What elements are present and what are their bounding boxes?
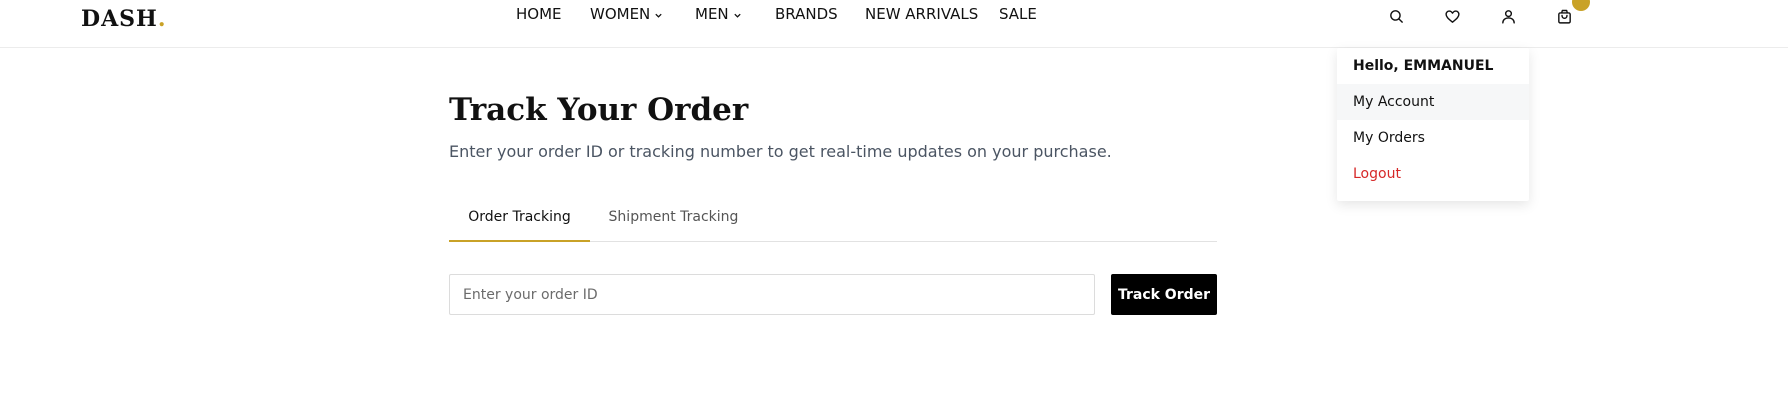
- menu-item-logout[interactable]: Logout: [1337, 156, 1529, 192]
- nav-new-arrivals[interactable]: NEW ARRIVALS: [865, 5, 978, 23]
- brand-logo[interactable]: DASH.: [81, 6, 167, 32]
- site-header: DASH. HOME WOMEN MEN BRANDS NEW ARRIVALS…: [0, 0, 1788, 48]
- user-icon: [1500, 8, 1517, 30]
- nav-men-label: MEN: [695, 5, 729, 23]
- track-order-button[interactable]: Track Order: [1111, 274, 1217, 315]
- search-icon: [1388, 8, 1405, 30]
- nav-sale[interactable]: SALE: [999, 5, 1037, 23]
- brand-name: DASH: [81, 6, 158, 32]
- bag-icon: [1556, 8, 1573, 30]
- user-greeting: Hello, EMMANUEL: [1353, 58, 1494, 74]
- nav-women[interactable]: WOMEN: [590, 5, 663, 24]
- cart-button[interactable]: [1553, 8, 1575, 30]
- page-title: Track Your Order: [449, 92, 749, 128]
- nav-home[interactable]: HOME: [516, 5, 562, 23]
- wishlist-button[interactable]: [1441, 8, 1463, 30]
- tab-order-tracking[interactable]: Order Tracking: [449, 200, 590, 242]
- search-button[interactable]: [1385, 8, 1407, 30]
- chevron-down-icon: [654, 6, 663, 24]
- nav-brands[interactable]: BRANDS: [775, 5, 838, 23]
- tracking-tabs: Order Tracking Shipment Tracking: [449, 200, 1217, 242]
- nav-men[interactable]: MEN: [695, 5, 742, 24]
- chevron-down-icon: [733, 6, 742, 24]
- menu-item-my-orders[interactable]: My Orders: [1337, 120, 1529, 156]
- menu-item-my-account[interactable]: My Account: [1337, 84, 1529, 120]
- tab-shipment-tracking[interactable]: Shipment Tracking: [590, 200, 757, 242]
- nav-women-label: WOMEN: [590, 5, 651, 23]
- account-button[interactable]: [1497, 8, 1519, 30]
- heart-icon: [1444, 8, 1461, 30]
- brand-dot: .: [157, 6, 167, 32]
- page-subtitle: Enter your order ID or tracking number t…: [449, 142, 1112, 161]
- order-id-input[interactable]: [449, 274, 1095, 315]
- user-dropdown-menu: Hello, EMMANUEL My Account My Orders Log…: [1337, 48, 1529, 201]
